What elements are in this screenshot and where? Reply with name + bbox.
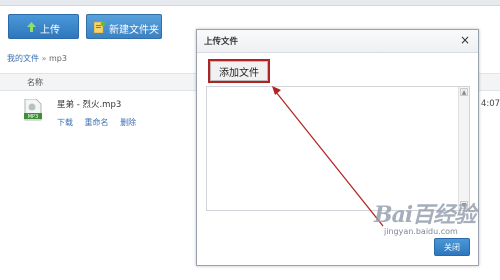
watermark-brand: Bai百经验 xyxy=(374,202,476,228)
watermark-site: jingyan.baidu.com xyxy=(384,227,458,236)
watermark: Bai百经验 jingyan.baidu.com xyxy=(374,191,494,251)
